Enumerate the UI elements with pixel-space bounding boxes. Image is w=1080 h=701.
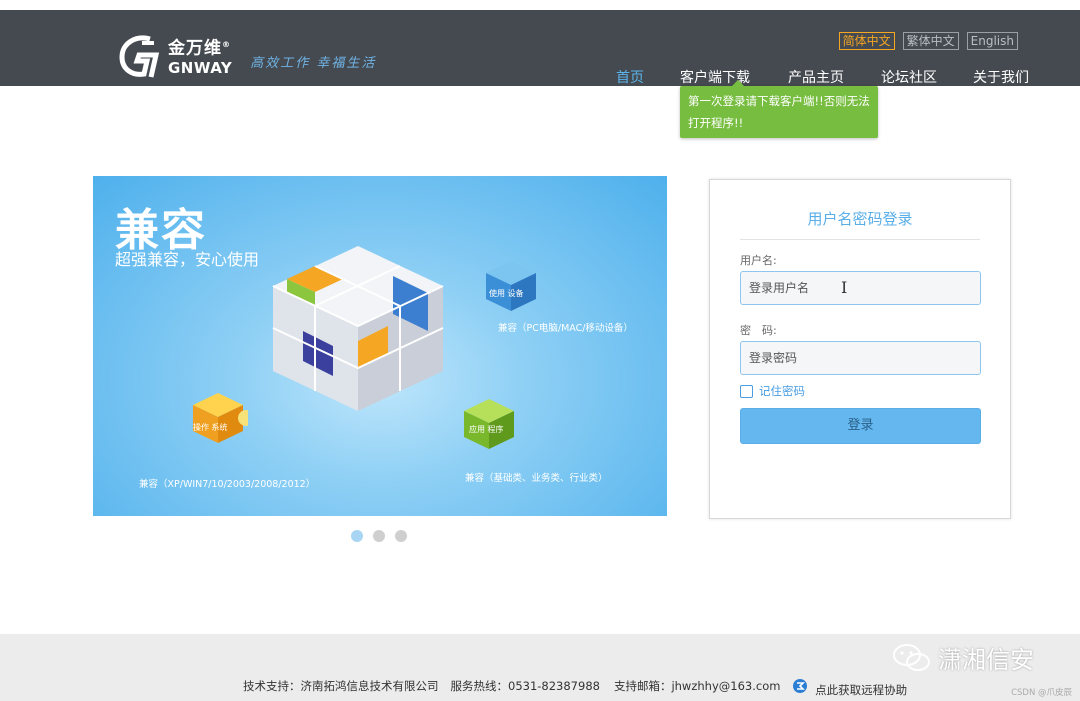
text-cursor-icon: I bbox=[841, 278, 848, 297]
remote-assist-icon bbox=[793, 679, 808, 693]
carousel-dot-3[interactable] bbox=[395, 530, 407, 542]
watermark-text: 潇湘信安 bbox=[938, 646, 1034, 674]
cube3-label: 应用 程序 bbox=[469, 425, 504, 434]
carousel-dot-2[interactable] bbox=[373, 530, 385, 542]
username-label: 用户名: bbox=[740, 254, 777, 267]
watermark: 潇湘信安 bbox=[892, 640, 1034, 675]
device-cube-icon bbox=[486, 261, 536, 311]
nav-home[interactable]: 首页 bbox=[616, 68, 644, 107]
remote-assist-label: 点此获取远程协助 bbox=[815, 683, 908, 697]
tooltip-line2: 打开程序!! bbox=[688, 116, 744, 130]
username-input[interactable] bbox=[740, 271, 981, 305]
login-panel: 用户名密码登录 用户名: 密 码: 记住密码 登录 bbox=[709, 179, 1011, 519]
lang-traditional[interactable]: 繁体中文 bbox=[902, 32, 959, 50]
gnway-logo-icon bbox=[119, 35, 160, 78]
lang-english[interactable]: English bbox=[966, 32, 1018, 50]
tooltip-line1: 第一次登录请下载客户端!!否则无法 bbox=[688, 94, 870, 108]
login-button[interactable]: 登录 bbox=[740, 408, 981, 444]
caption-os: 兼容（XP/WIN7/10/2003/2008/2012） bbox=[139, 479, 316, 490]
remote-assist-link[interactable]: 点此获取远程协助 bbox=[792, 678, 907, 698]
caption-devices: 兼容（PC电脑/MAC/移动设备） bbox=[498, 323, 633, 334]
remember-password[interactable]: 记住密码 bbox=[740, 383, 805, 399]
footer-hotline: 服务热线：0531-82387988 bbox=[450, 679, 600, 693]
logo-text: 金万维® GNWAY bbox=[168, 35, 232, 77]
nav-about[interactable]: 关于我们 bbox=[973, 68, 1029, 88]
logo-slogan: 高效工作 幸福生活 bbox=[250, 55, 377, 71]
site-header: 金万维® GNWAY 高效工作 幸福生活 简体中文 繁体中文 English 首… bbox=[0, 10, 1080, 107]
carousel-dots bbox=[351, 530, 407, 542]
footer-info: 技术支持：济南拓鸿信息技术有限公司 服务热线：0531-82387988 支持邮… bbox=[243, 678, 907, 698]
download-tooltip: 第一次登录请下载客户端!!否则无法 打开程序!! bbox=[680, 80, 878, 138]
remember-checkbox[interactable] bbox=[740, 384, 753, 398]
footer-support: 技术支持：济南拓鸿信息技术有限公司 bbox=[243, 679, 439, 693]
os-cube-icon bbox=[193, 393, 248, 443]
wechat-icon bbox=[893, 643, 930, 671]
footer-email: 支持邮箱：jhwzhhy@163.com bbox=[613, 679, 781, 693]
top-strip bbox=[0, 0, 1080, 10]
logo[interactable]: 金万维® GNWAY 高效工作 幸福生活 bbox=[116, 32, 376, 80]
caption-apps: 兼容（基础类、业务类、行业类） bbox=[465, 473, 608, 484]
csdn-watermark: CSDN @爪皮辰 bbox=[1011, 688, 1072, 698]
logo-en: GNWAY bbox=[168, 58, 233, 77]
language-switcher: 简体中文 繁体中文 English bbox=[838, 32, 1018, 50]
lang-simplified[interactable]: 简体中文 bbox=[838, 32, 895, 50]
nav-product-home[interactable]: 产品主页 bbox=[788, 68, 844, 88]
login-title: 用户名密码登录 bbox=[740, 208, 980, 240]
rubiks-cube-illustration bbox=[272, 246, 444, 411]
nav-forum[interactable]: 论坛社区 bbox=[881, 68, 937, 88]
password-input[interactable] bbox=[740, 341, 981, 375]
password-label: 密 码: bbox=[740, 324, 777, 337]
logo-cn: 金万维® bbox=[168, 38, 231, 59]
cube2-label: 操作 系统 bbox=[193, 423, 228, 432]
remember-label: 记住密码 bbox=[759, 384, 805, 398]
carousel-dot-1[interactable] bbox=[351, 530, 363, 542]
banner-subtitle: 超强兼容，安心使用 bbox=[115, 250, 260, 269]
banner-slide[interactable]: 兼容 超强兼容，安心使用 使用 设备 兼容（PC电脑/MAC/移动设备） 操作 … bbox=[93, 176, 667, 516]
cube1-label: 使用 设备 bbox=[489, 289, 524, 298]
main-nav: 首页 客户端下载 产品主页 论坛社区 关于我们 bbox=[600, 68, 1029, 107]
